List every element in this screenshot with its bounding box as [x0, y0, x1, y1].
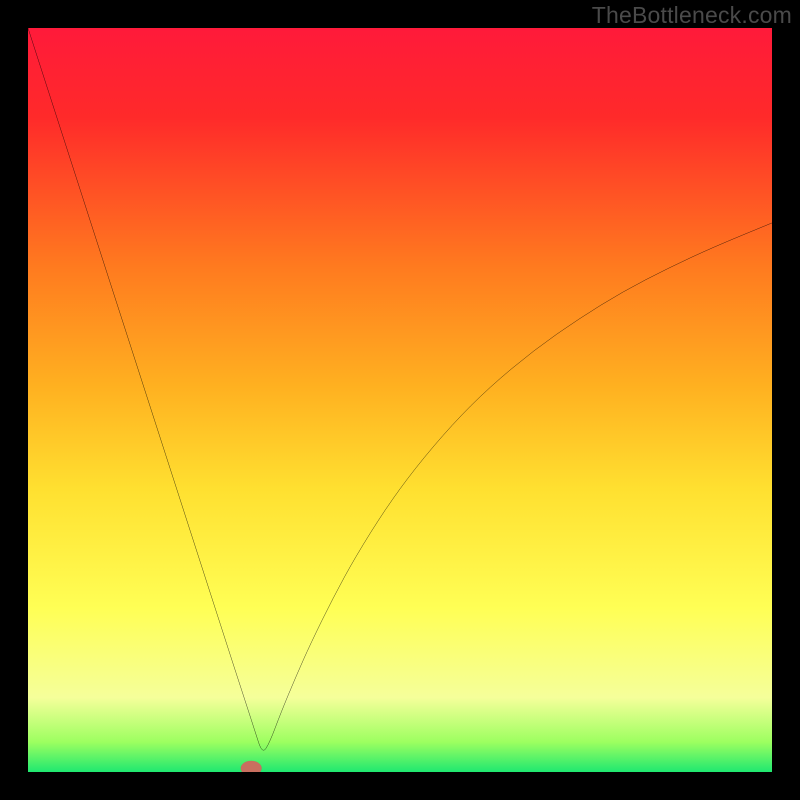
chart-frame: TheBottleneck.com	[0, 0, 800, 800]
plot-svg	[28, 28, 772, 772]
watermark-text: TheBottleneck.com	[592, 2, 792, 29]
gradient-background	[28, 28, 772, 772]
plot-area	[28, 28, 772, 772]
